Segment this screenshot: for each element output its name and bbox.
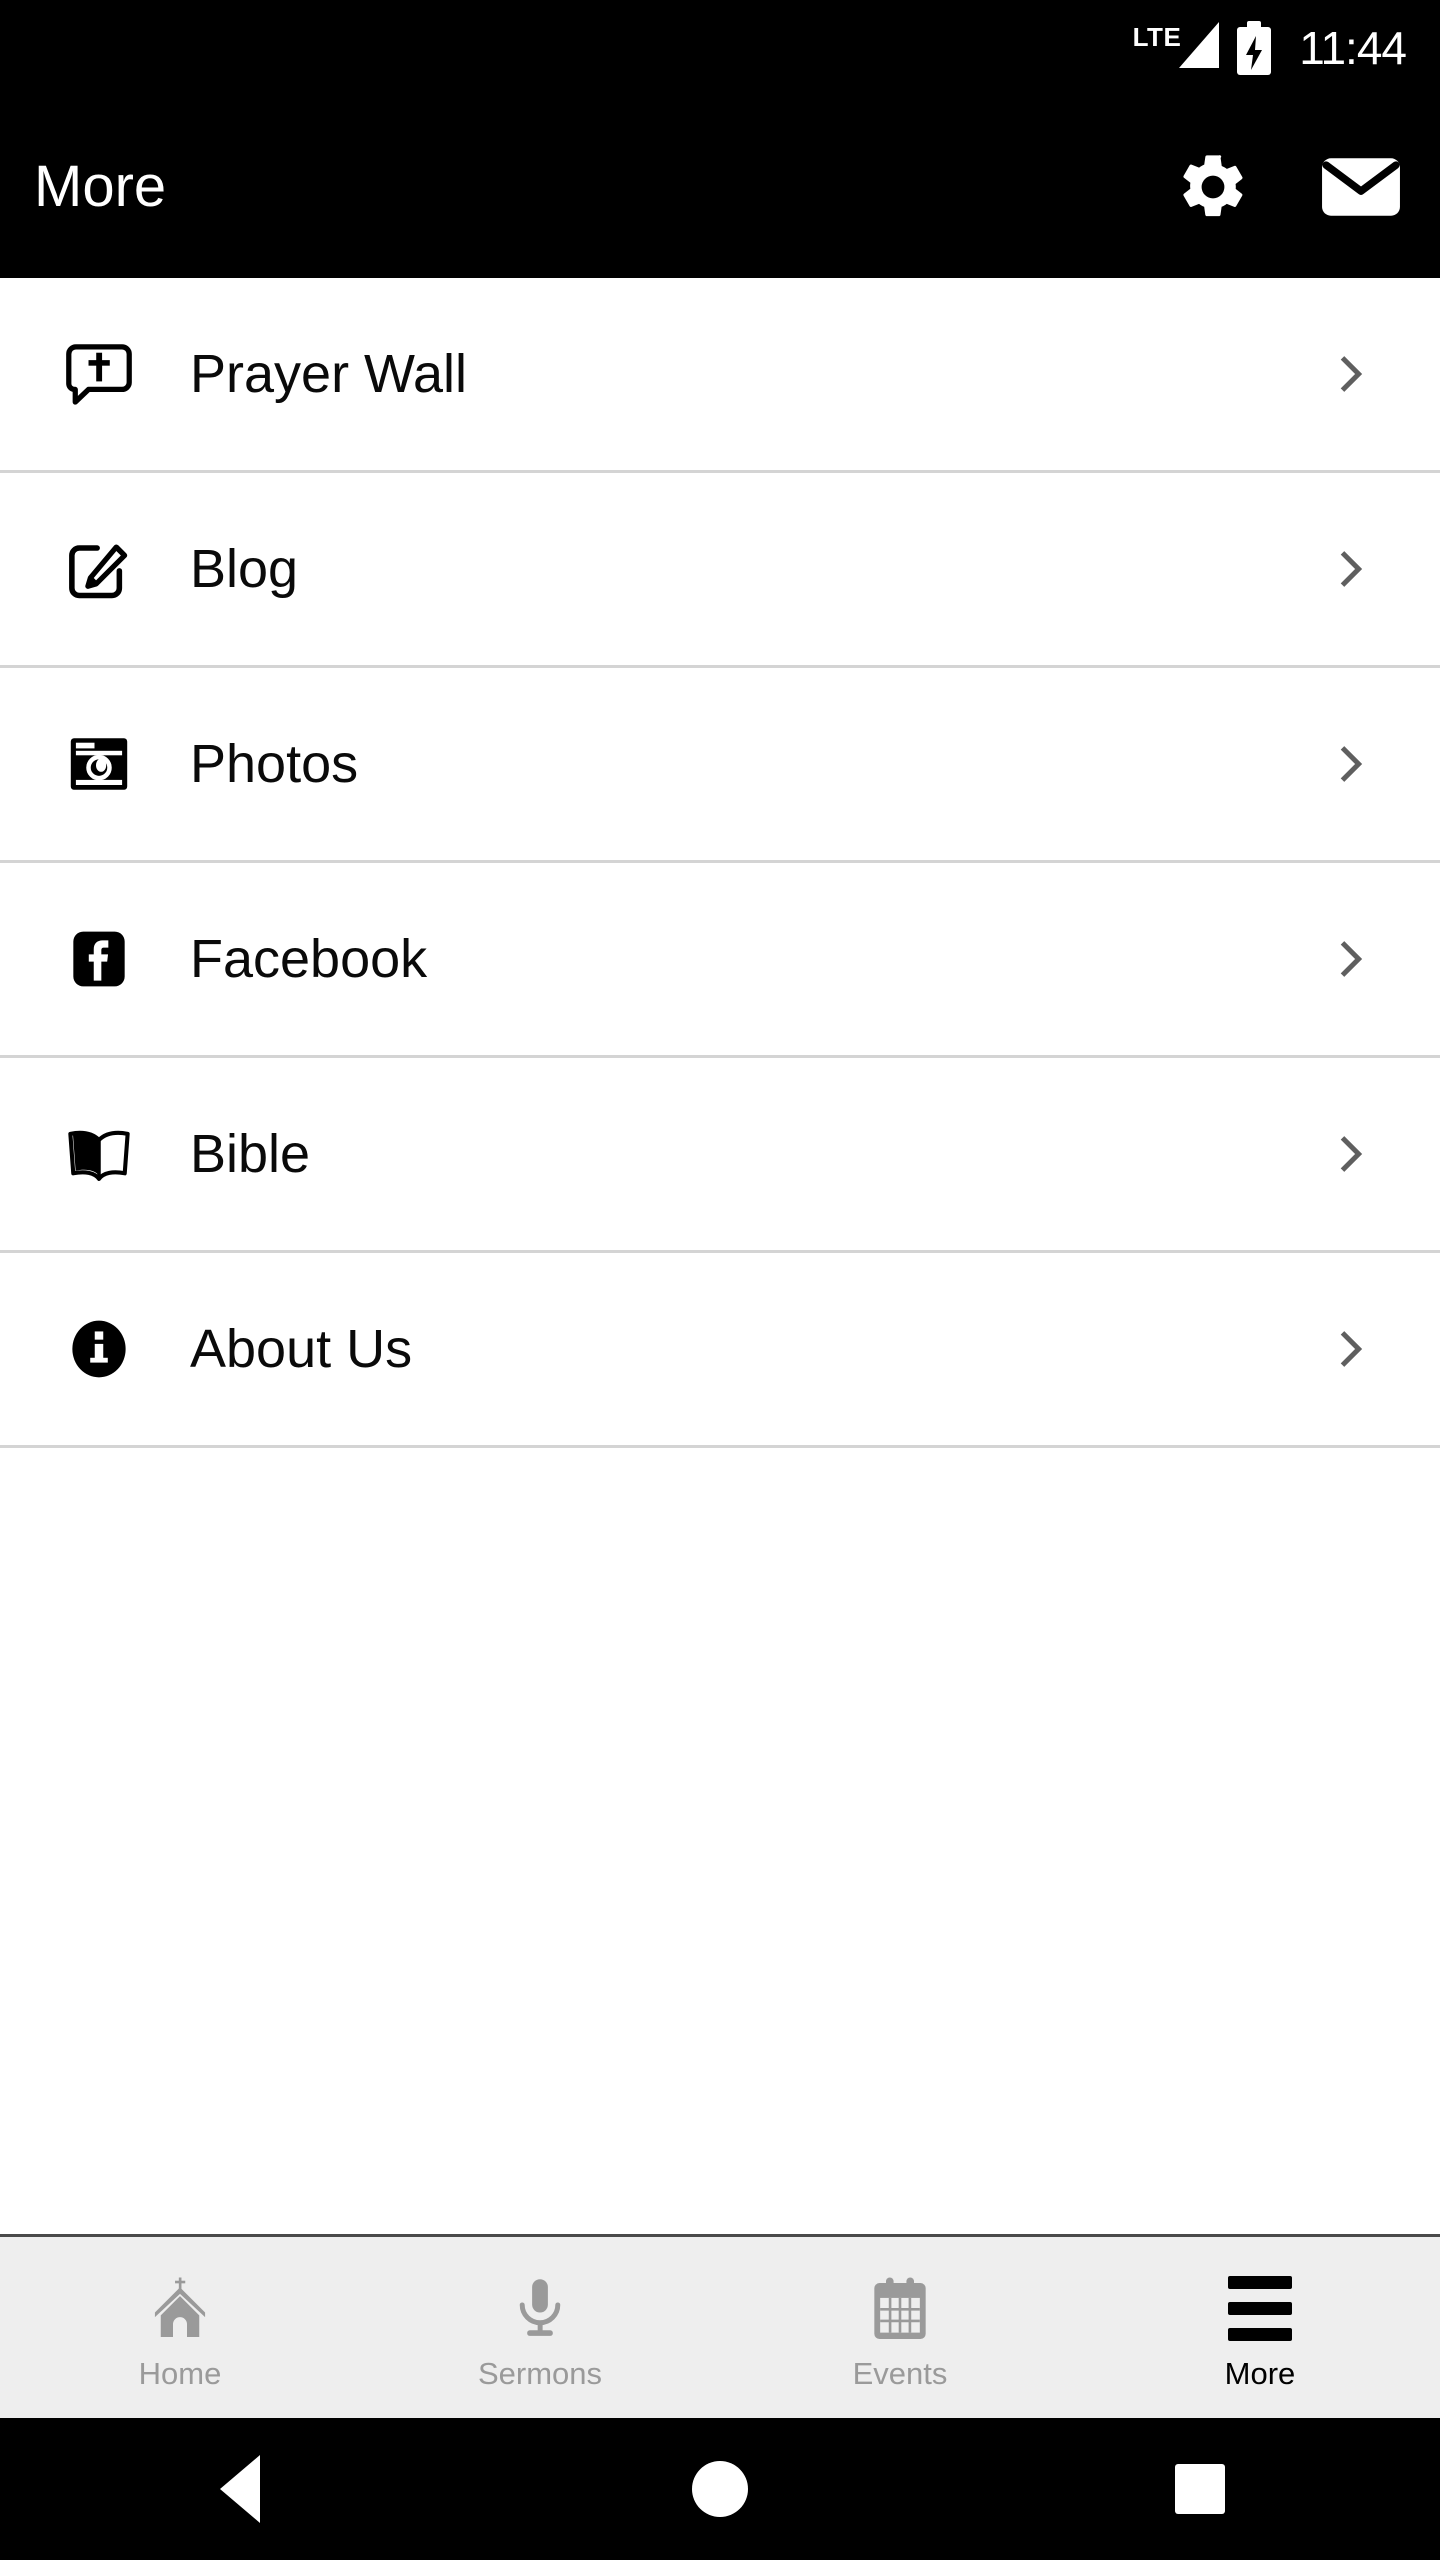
app-bar: More xyxy=(0,96,1440,278)
menu-row-photos[interactable]: Photos xyxy=(0,668,1440,863)
android-system-nav xyxy=(0,2418,1440,2560)
nav-tab-label: Sermons xyxy=(477,2355,603,2391)
nav-tab-events[interactable]: Events xyxy=(720,2237,1080,2418)
chevron-right-icon xyxy=(1320,344,1380,404)
app-bar-actions xyxy=(1170,144,1404,230)
battery-charging-icon xyxy=(1237,21,1272,75)
camera-icon xyxy=(60,725,138,803)
charging-bolt xyxy=(1246,36,1263,70)
menu-row-label: Prayer Wall xyxy=(190,344,468,404)
chevron-right-icon xyxy=(1320,929,1380,989)
chevron-right-icon xyxy=(1320,539,1380,599)
network-type-label: LTE xyxy=(1132,22,1182,52)
nav-tab-sermons[interactable]: Sermons xyxy=(360,2237,720,2418)
church-icon xyxy=(145,2272,215,2346)
home-circle-icon[interactable] xyxy=(480,2461,960,2517)
facebook-icon xyxy=(60,920,138,998)
settings-button[interactable] xyxy=(1170,144,1256,230)
open-book-icon xyxy=(60,1115,138,1193)
chevron-right-icon xyxy=(1320,1319,1380,1379)
nav-tab-label: Events xyxy=(852,2355,948,2391)
chevron-right-icon xyxy=(1320,1124,1380,1184)
status-bar-right-group: LTE 11:44 xyxy=(1133,21,1407,75)
microphone-icon xyxy=(505,2272,575,2346)
nav-tab-label: More xyxy=(1224,2355,1296,2391)
back-triangle-icon[interactable] xyxy=(0,2455,480,2523)
nav-tab-label: Home xyxy=(138,2355,222,2391)
recents-square-icon[interactable] xyxy=(960,2464,1440,2514)
pencil-square-icon xyxy=(60,530,138,608)
menu-row-facebook[interactable]: Facebook xyxy=(0,863,1440,1058)
chevron-right-icon xyxy=(1320,734,1380,794)
hamburger-icon xyxy=(1228,2272,1292,2346)
gear-icon xyxy=(1183,155,1243,217)
menu-row-label: Photos xyxy=(190,734,359,794)
menu-row-label: Bible xyxy=(190,1124,311,1184)
calendar-icon xyxy=(867,2272,933,2346)
prayer-bubble-cross-icon xyxy=(60,335,138,413)
nav-tab-home[interactable]: Home xyxy=(0,2237,360,2418)
nav-tab-more[interactable]: More xyxy=(1080,2237,1440,2418)
info-circle-icon xyxy=(60,1310,138,1388)
menu-row-prayer-wall[interactable]: Prayer Wall xyxy=(0,278,1440,473)
menu-row-label: About Us xyxy=(190,1319,413,1379)
menu-row-about-us[interactable]: About Us xyxy=(0,1253,1440,1448)
signal-bars-icon: LTE xyxy=(1133,22,1220,74)
menu-row-label: Facebook xyxy=(190,929,428,989)
list-empty-area xyxy=(0,1448,1440,2234)
page-title: More xyxy=(34,154,167,219)
status-bar-clock: 11:44 xyxy=(1299,22,1407,74)
menu-row-blog[interactable]: Blog xyxy=(0,473,1440,668)
signal-triangle xyxy=(1179,22,1220,68)
bottom-navigation-bar: Home Sermons Events More xyxy=(0,2234,1440,2418)
status-bar: LTE 11:44 xyxy=(0,0,1440,96)
more-menu-list: Prayer Wall Blog Photos Facebook Bible A… xyxy=(0,278,1440,2234)
menu-row-label: Blog xyxy=(190,539,299,599)
menu-row-bible[interactable]: Bible xyxy=(0,1058,1440,1253)
app-screen: LTE 11:44 More Prayer Wall Blog Photos F… xyxy=(0,0,1440,2560)
envelope-icon xyxy=(1322,158,1400,216)
mail-button[interactable] xyxy=(1318,144,1404,230)
